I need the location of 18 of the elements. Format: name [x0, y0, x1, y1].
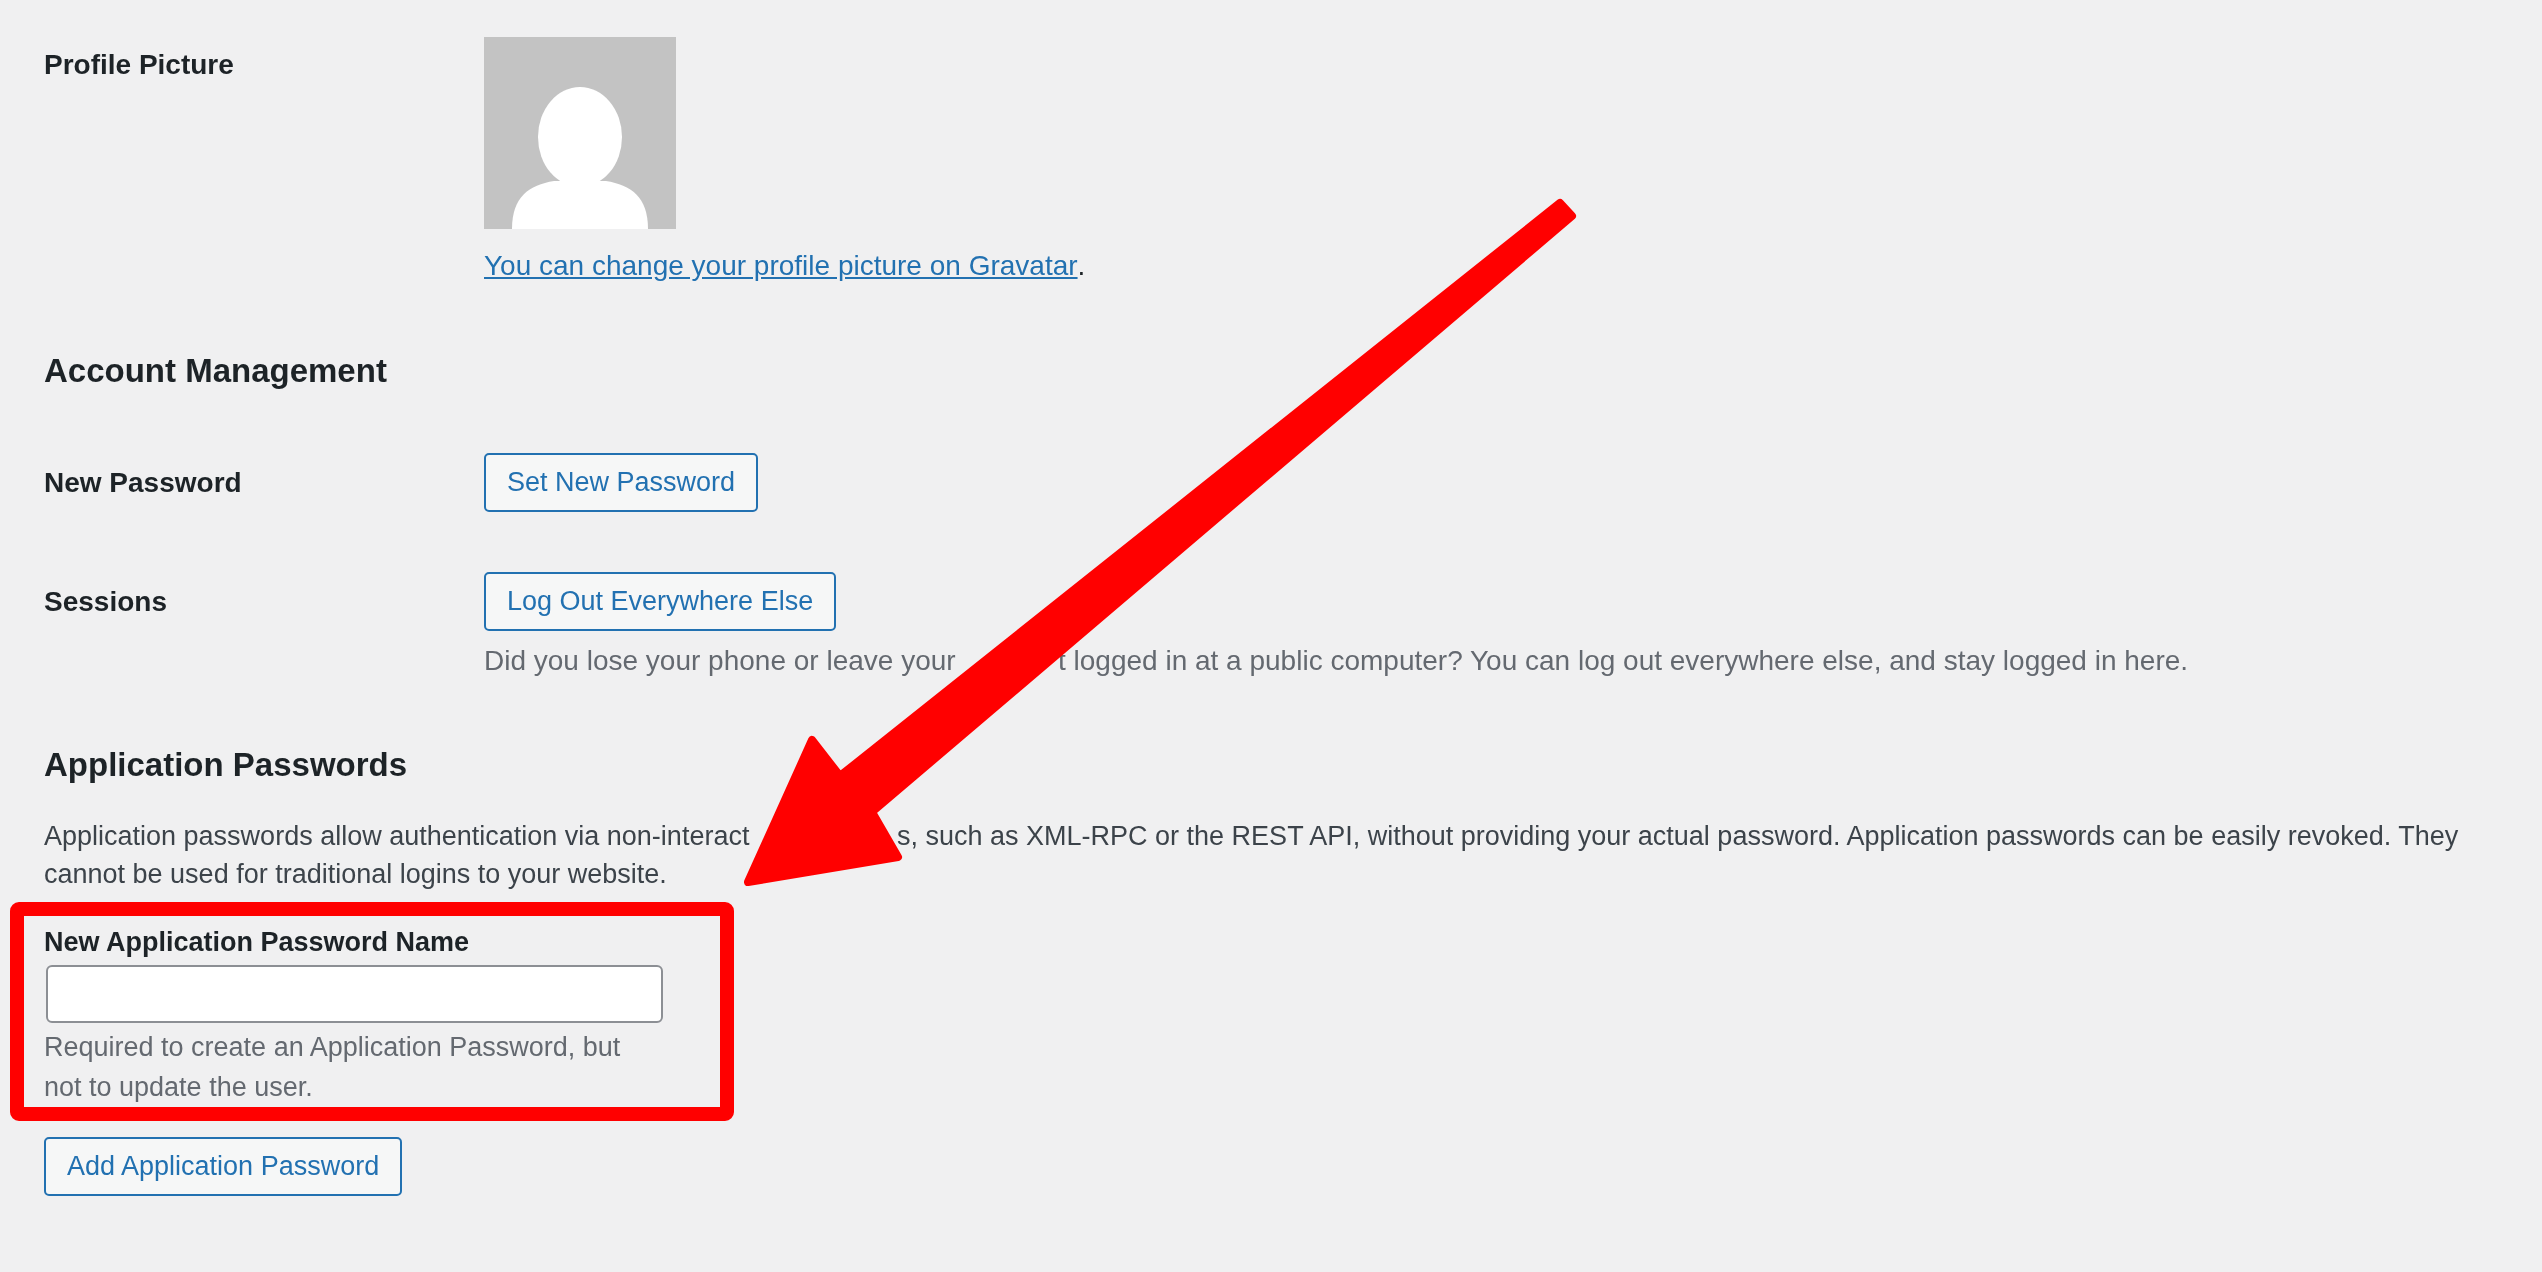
field-label: Sessions — [44, 585, 167, 618]
description-text: s, such as XML-RPC or the REST API, without providing your actual password. Application passwords can be easily revoked. They — [897, 820, 2459, 853]
section-heading: Account Management — [44, 351, 387, 391]
field-label: New Application Password Name — [44, 926, 470, 958]
field-label: Profile Picture — [44, 48, 234, 81]
action-button[interactable]: Log Out Everywhere Else — [484, 572, 837, 631]
field-label: New Password — [44, 466, 242, 499]
action-button[interactable]: Set New Password — [484, 453, 759, 512]
section-heading: Application Passwords — [44, 745, 408, 785]
avatar-silhouette-icon — [484, 37, 676, 229]
description-text: Did you lose your phone or leave your — [484, 645, 956, 676]
description-text: cannot be used for traditional logins to your website. — [44, 858, 667, 891]
gravatar-link[interactable]: You can change your profile picture on Gravatar — [484, 250, 1078, 282]
description-text: Application passwords allow authentication via non-interact — [44, 821, 750, 851]
help-text: Required to create an Application Password, but not to update the user. — [44, 1031, 622, 1104]
period-text: . — [1077, 250, 1086, 282]
add-button[interactable]: Add Application Password — [44, 1137, 403, 1196]
input-field[interactable] — [46, 965, 663, 1023]
